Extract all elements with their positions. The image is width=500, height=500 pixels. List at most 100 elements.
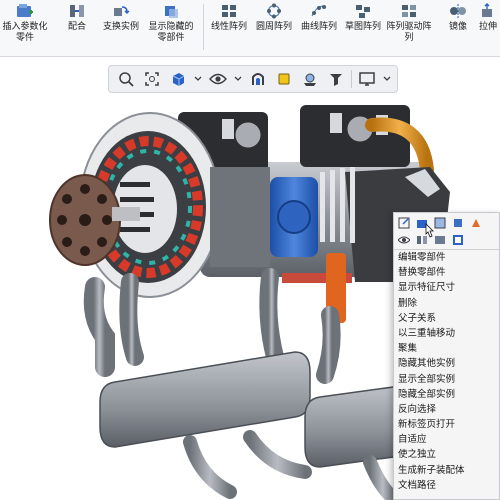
head-port-left xyxy=(232,119,264,151)
chevron-down-icon xyxy=(194,76,202,81)
ribbon-label: 草图阵列 xyxy=(344,22,381,32)
mirror-icon xyxy=(448,2,468,20)
ribbon-label: 曲线阵列 xyxy=(300,22,337,32)
mate-icon xyxy=(67,2,87,20)
replace-instance-icon xyxy=(111,2,131,20)
curve-pattern-icon xyxy=(309,2,329,20)
view-eye-icon[interactable] xyxy=(398,234,410,246)
display-style-dropdown[interactable] xyxy=(193,68,203,90)
context-menu-item[interactable]: 显示特征尺寸 xyxy=(394,280,499,295)
command-ribbon: 插入参数化 零件 配合 支换实例 显示隐藏的 零部件 线性阵列 圆周阵列 曲线阵… xyxy=(0,0,500,57)
context-menu: 编辑零部件 替换零部件 显示特征尺寸 删除 父子关系 以三重轴移动 聚集 隐藏其他实例 显示全部… xyxy=(393,212,500,500)
context-menu-items: 编辑零部件 替换零部件 显示特征尺寸 删除 父子关系 以三重轴移动 聚集 隐藏其他实例 显示全部… xyxy=(394,250,499,493)
ribbon-mate[interactable]: 配合 xyxy=(60,2,94,33)
monitor-icon xyxy=(359,72,375,86)
show-hidden-components-icon xyxy=(161,2,181,20)
circular-pattern-icon xyxy=(264,2,284,20)
context-menu-item[interactable]: 替换零部件 xyxy=(394,265,499,280)
chevron-down-icon xyxy=(383,76,391,81)
hide-show-dropdown[interactable] xyxy=(233,68,243,90)
ribbon-label: 圆周阵列 xyxy=(255,22,292,32)
ribbon-linear-pattern[interactable]: 线性阵列 xyxy=(207,2,251,33)
view-orientation-icon xyxy=(172,73,185,86)
context-menu-item[interactable]: 以三重轴移动 xyxy=(394,326,499,341)
ribbon-sketch-pattern[interactable]: 草图阵列 xyxy=(341,2,385,33)
open-part-icon[interactable] xyxy=(452,234,464,246)
graphics-viewport[interactable]: ROTO K70R xyxy=(0,57,500,500)
ribbon-circular-pattern[interactable]: 圆周阵列 xyxy=(252,2,296,33)
context-menu-item[interactable]: 自适应 xyxy=(394,432,499,447)
apply-scene-button[interactable] xyxy=(299,68,321,90)
ribbon-extrude[interactable]: 拉伸 xyxy=(479,2,500,33)
hide-show-items-button[interactable] xyxy=(207,68,229,90)
insert-parametric-part-icon xyxy=(15,2,35,20)
context-menu-item[interactable]: 隐藏全部实例 xyxy=(394,387,499,402)
zoom-to-fit-icon xyxy=(119,72,134,87)
context-menu-item[interactable]: 隐藏其他实例 xyxy=(394,356,499,371)
head-clamp xyxy=(330,113,342,133)
context-menu-icon-bar xyxy=(394,213,499,250)
ribbon-label: 阵列驱动阵 列 xyxy=(386,22,432,43)
ribbon-label: 支换实例 xyxy=(102,22,139,32)
ribbon-label: 插入参数化 零件 xyxy=(2,22,48,43)
zoom-to-area-icon xyxy=(145,72,159,86)
monitor-dropdown[interactable] xyxy=(382,68,392,90)
tail-pipe-right[interactable] xyxy=(363,455,402,500)
apply-scene-icon xyxy=(304,73,316,86)
blue-cover-boss xyxy=(277,200,311,234)
isolate-icon[interactable] xyxy=(452,217,464,229)
heads-up-view-toolbar xyxy=(108,65,398,93)
exhaust-pipe-mid[interactable] xyxy=(259,268,284,366)
zoom-to-area-button[interactable] xyxy=(141,68,163,90)
eye-icon xyxy=(209,73,227,85)
monitor-button[interactable] xyxy=(356,68,378,90)
extrude-icon xyxy=(479,2,499,20)
context-menu-item[interactable]: 删除 xyxy=(394,296,499,311)
motor-can xyxy=(210,167,270,267)
ribbon-curve-pattern[interactable]: 曲线阵列 xyxy=(297,2,341,33)
shaft xyxy=(112,207,140,221)
ribbon-label: 拉伸 xyxy=(479,22,498,32)
ribbon-label: 配合 xyxy=(67,22,86,32)
view-settings-icon xyxy=(330,74,342,86)
context-menu-item[interactable]: 聚集 xyxy=(394,341,499,356)
section-view-button[interactable] xyxy=(247,68,269,90)
context-menu-item[interactable]: 父子关系 xyxy=(394,311,499,326)
view-orientation-button[interactable] xyxy=(167,68,189,90)
tail-pipe-left[interactable] xyxy=(183,435,237,499)
ribbon-replace-instance[interactable]: 支换实例 xyxy=(99,2,143,33)
context-menu-item[interactable]: 编辑零部件 xyxy=(394,250,499,265)
zoom-to-fit-button[interactable] xyxy=(115,68,137,90)
context-menu-item[interactable]: 生成新子装配体 xyxy=(394,463,499,478)
context-menu-item[interactable]: 显示全部实例 xyxy=(394,372,499,387)
edit-appearance-button[interactable] xyxy=(273,68,295,90)
appearance-icon[interactable] xyxy=(470,217,482,229)
ribbon-mirror[interactable]: 镜像 xyxy=(440,2,476,33)
context-menu-item[interactable]: 使之独立 xyxy=(394,447,499,462)
ribbon-show-hidden-components[interactable]: 显示隐藏的 零部件 xyxy=(143,2,199,44)
exhaust-pipe-left-2[interactable] xyxy=(119,273,144,366)
mouse-cursor-icon xyxy=(425,223,434,238)
context-menu-item[interactable]: 新标签页打开 xyxy=(394,417,499,432)
ribbon-separator xyxy=(203,4,204,50)
context-menu-item[interactable]: 反向选择 xyxy=(394,402,499,417)
pattern-driven-pattern-icon xyxy=(399,2,419,20)
ribbon-label: 镜像 xyxy=(448,22,467,32)
chevron-down-icon xyxy=(234,76,242,81)
edit-part-icon[interactable] xyxy=(398,217,410,229)
muffler-left[interactable] xyxy=(99,351,311,448)
toolbar-separator xyxy=(351,70,352,88)
context-menu-item[interactable]: 文档路径 xyxy=(394,478,499,493)
exhaust-pipe-right[interactable] xyxy=(316,306,341,384)
linear-pattern-icon xyxy=(219,2,239,20)
sketch-pattern-icon xyxy=(353,2,373,20)
tail-pipe-mid[interactable] xyxy=(243,430,312,479)
view-settings-button[interactable] xyxy=(325,68,347,90)
exhaust-pipe-left-1[interactable] xyxy=(83,277,115,377)
ribbon-label: 显示隐藏的 零部件 xyxy=(148,22,194,43)
ribbon-pattern-driven-pattern[interactable]: 阵列驱动阵 列 xyxy=(386,2,432,44)
head-clamp xyxy=(222,119,234,139)
edit-appearance-icon xyxy=(278,73,290,85)
ribbon-insert-parametric-part[interactable]: 插入参数化 零件 xyxy=(0,2,50,44)
ribbon-label: 线性阵列 xyxy=(210,22,247,32)
